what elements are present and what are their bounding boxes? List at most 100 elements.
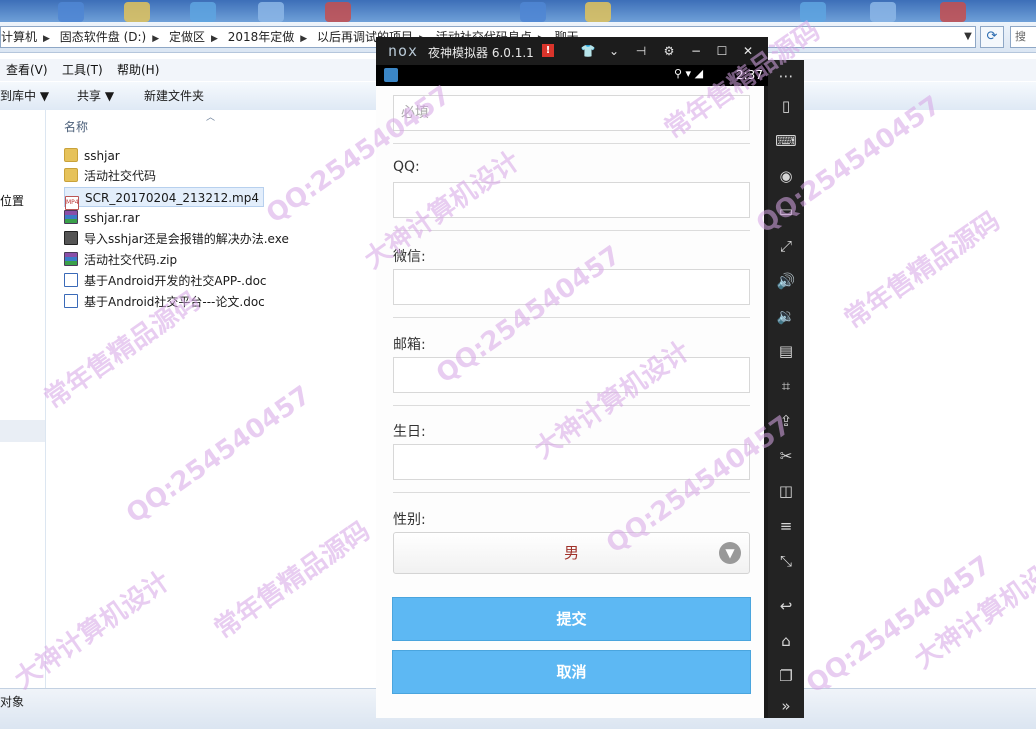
file-row[interactable]: 基于Android开发的社交APP-.doc — [64, 271, 267, 291]
desktop-icon[interactable] — [800, 2, 826, 22]
desktop-icon[interactable] — [940, 2, 966, 22]
gender-select[interactable]: 男 ▼ — [393, 532, 750, 574]
email-input[interactable] — [393, 357, 750, 393]
column-header-name[interactable]: 名称 — [64, 118, 88, 135]
maximize-icon[interactable]: ☐ — [713, 42, 731, 60]
wechat-label: 微信: — [393, 249, 426, 265]
desktop-icon[interactable] — [124, 2, 150, 22]
desktop-strip — [0, 0, 1036, 22]
menu-help[interactable]: 帮助(H) — [117, 59, 159, 81]
breadcrumb-item[interactable]: 定做区 — [169, 30, 205, 44]
desktop-icon[interactable] — [520, 2, 546, 22]
qq-input[interactable] — [393, 182, 750, 218]
file-name: sshjar — [84, 149, 120, 163]
birthday-label: 生日: — [393, 424, 426, 440]
pin-icon[interactable]: ⊣ — [632, 42, 650, 60]
file-row[interactable]: 活动社交代码 — [64, 166, 156, 186]
divider — [393, 405, 750, 406]
android-clock: 2:37 — [736, 68, 763, 82]
breadcrumb-item[interactable]: 固态软件盘 (D:) — [60, 30, 146, 44]
nav-selected-item[interactable] — [0, 420, 45, 442]
file-name: 活动社交代码.zip — [84, 253, 178, 267]
skin-icon[interactable]: 👕 — [579, 42, 597, 60]
macro-icon[interactable]: ⌗ — [774, 374, 798, 398]
refresh-icon[interactable]: ⟳ — [980, 26, 1004, 48]
new-folder-button[interactable]: 新建文件夹 — [144, 82, 204, 110]
app-screen: 必填 QQ: 微信: 邮箱: 生日: 性别: 男 ▼ 提交 取消 — [376, 86, 764, 718]
word-doc-icon — [64, 294, 78, 308]
close-icon[interactable]: ✕ — [739, 42, 757, 60]
menu-tools[interactable]: 工具(T) — [62, 59, 103, 81]
recent-apps-icon[interactable]: ❐ — [774, 664, 798, 688]
sort-arrow-icon[interactable]: ︿ — [206, 110, 215, 123]
breadcrumb-separator-icon[interactable]: ▶ — [152, 34, 159, 44]
file-name: sshjar.rar — [84, 211, 140, 225]
fullscreen-icon[interactable]: ⤢ — [774, 234, 798, 258]
folder-icon — [64, 148, 78, 162]
submit-button[interactable]: 提交 — [392, 597, 751, 641]
cancel-button[interactable]: 取消 — [392, 650, 751, 694]
file-row[interactable]: sshjar — [64, 146, 120, 166]
file-name: 导入sshjar还是会报错的解决办法.exe — [84, 232, 289, 246]
desktop-icon[interactable] — [190, 2, 216, 22]
menu-icon[interactable]: ≡ — [774, 514, 798, 538]
file-name: 活动社交代码 — [84, 169, 157, 183]
chevron-down-icon[interactable]: ⌄ — [605, 42, 623, 60]
apk-icon[interactable]: ⇪ — [774, 409, 798, 433]
required-field[interactable]: 必填 — [393, 95, 750, 131]
desktop-icon[interactable] — [325, 2, 351, 22]
share-button[interactable]: 共享 ▼ — [77, 82, 114, 110]
nav-item-location[interactable]: 位置 — [0, 192, 24, 209]
back-icon[interactable]: ↩ — [774, 594, 798, 618]
include-in-library-button[interactable]: 到库中 ▼ — [0, 82, 49, 110]
cut-icon[interactable]: ✂ — [774, 444, 798, 468]
resize-icon[interactable]: ⤡ — [774, 549, 798, 573]
desktop-icon[interactable] — [585, 2, 611, 22]
email-label: 邮箱: — [393, 337, 426, 353]
breadcrumb-separator-icon[interactable]: ▶ — [211, 34, 218, 44]
expand-icon[interactable]: » — [774, 694, 798, 718]
desktop-icon[interactable] — [258, 2, 284, 22]
emulator-title: 夜神模拟器 6.0.1.1 — [428, 46, 534, 60]
breadcrumb-item[interactable]: 计算机 — [1, 30, 37, 44]
file-row[interactable]: sshjar.rar — [64, 208, 140, 228]
file-row[interactable]: 导入sshjar还是会报错的解决办法.exe — [64, 229, 289, 249]
search-input[interactable]: 搜 — [1010, 26, 1036, 48]
breadcrumb-separator-icon[interactable]: ▶ — [300, 34, 307, 44]
emulator-titlebar[interactable]: nox 夜神模拟器 6.0.1.1 ! 👕 ⌄ ⊣ ⚙ − ☐ ✕ — [376, 37, 768, 65]
emulator-window: nox 夜神模拟器 6.0.1.1 ! 👕 ⌄ ⊣ ⚙ − ☐ ✕ ⚲ ▾ ◢ … — [376, 37, 768, 718]
home-icon[interactable]: ⌂ — [774, 629, 798, 653]
shake-icon[interactable]: ▯ — [774, 94, 798, 118]
wechat-input[interactable] — [393, 269, 750, 305]
more-icon[interactable]: ⋯ — [774, 64, 798, 88]
exe-file-icon — [64, 231, 78, 245]
file-list: 名称 ︿ sshjar 活动社交代码 MP4 SCR_20170204_21321… — [46, 110, 376, 688]
status-text: 对象 — [0, 695, 25, 709]
desktop-icon[interactable] — [870, 2, 896, 22]
breadcrumb-item[interactable]: 2018年定做 — [228, 30, 295, 44]
desktop-icon[interactable] — [58, 2, 84, 22]
volume-down-icon[interactable]: 🔉 — [774, 304, 798, 328]
volume-up-icon[interactable]: 🔊 — [774, 269, 798, 293]
address-dropdown-icon[interactable]: ▼ — [960, 26, 976, 48]
birthday-input[interactable] — [393, 444, 750, 480]
rar-archive-icon — [64, 210, 78, 224]
menu-view[interactable]: 查看(V) — [6, 59, 48, 81]
file-row-selected[interactable]: MP4 SCR_20170204_213212.mp4 — [64, 187, 264, 210]
file-row[interactable]: 基于Android社交平台---论文.doc — [64, 292, 265, 312]
multi-window-icon[interactable]: ◫ — [774, 479, 798, 503]
file-row[interactable]: 活动社交代码.zip — [64, 250, 177, 270]
install-icon[interactable]: ▤ — [774, 339, 798, 363]
signal-icons: ⚲ ▾ ◢ — [674, 67, 704, 80]
breadcrumb-separator-icon[interactable]: ▶ — [43, 34, 50, 44]
folder-icon — [64, 168, 78, 182]
gear-icon[interactable]: ⚙ — [660, 42, 678, 60]
android-status-bar: ⚲ ▾ ◢ 2:37 — [376, 65, 768, 86]
screen-icon[interactable]: ▭ — [774, 199, 798, 223]
divider — [393, 230, 750, 231]
keyboard-icon[interactable]: ⌨ — [774, 129, 798, 153]
divider — [393, 143, 750, 144]
location-icon[interactable]: ◉ — [774, 164, 798, 188]
notification-badge[interactable]: ! — [542, 44, 554, 57]
minimize-icon[interactable]: − — [687, 42, 705, 60]
